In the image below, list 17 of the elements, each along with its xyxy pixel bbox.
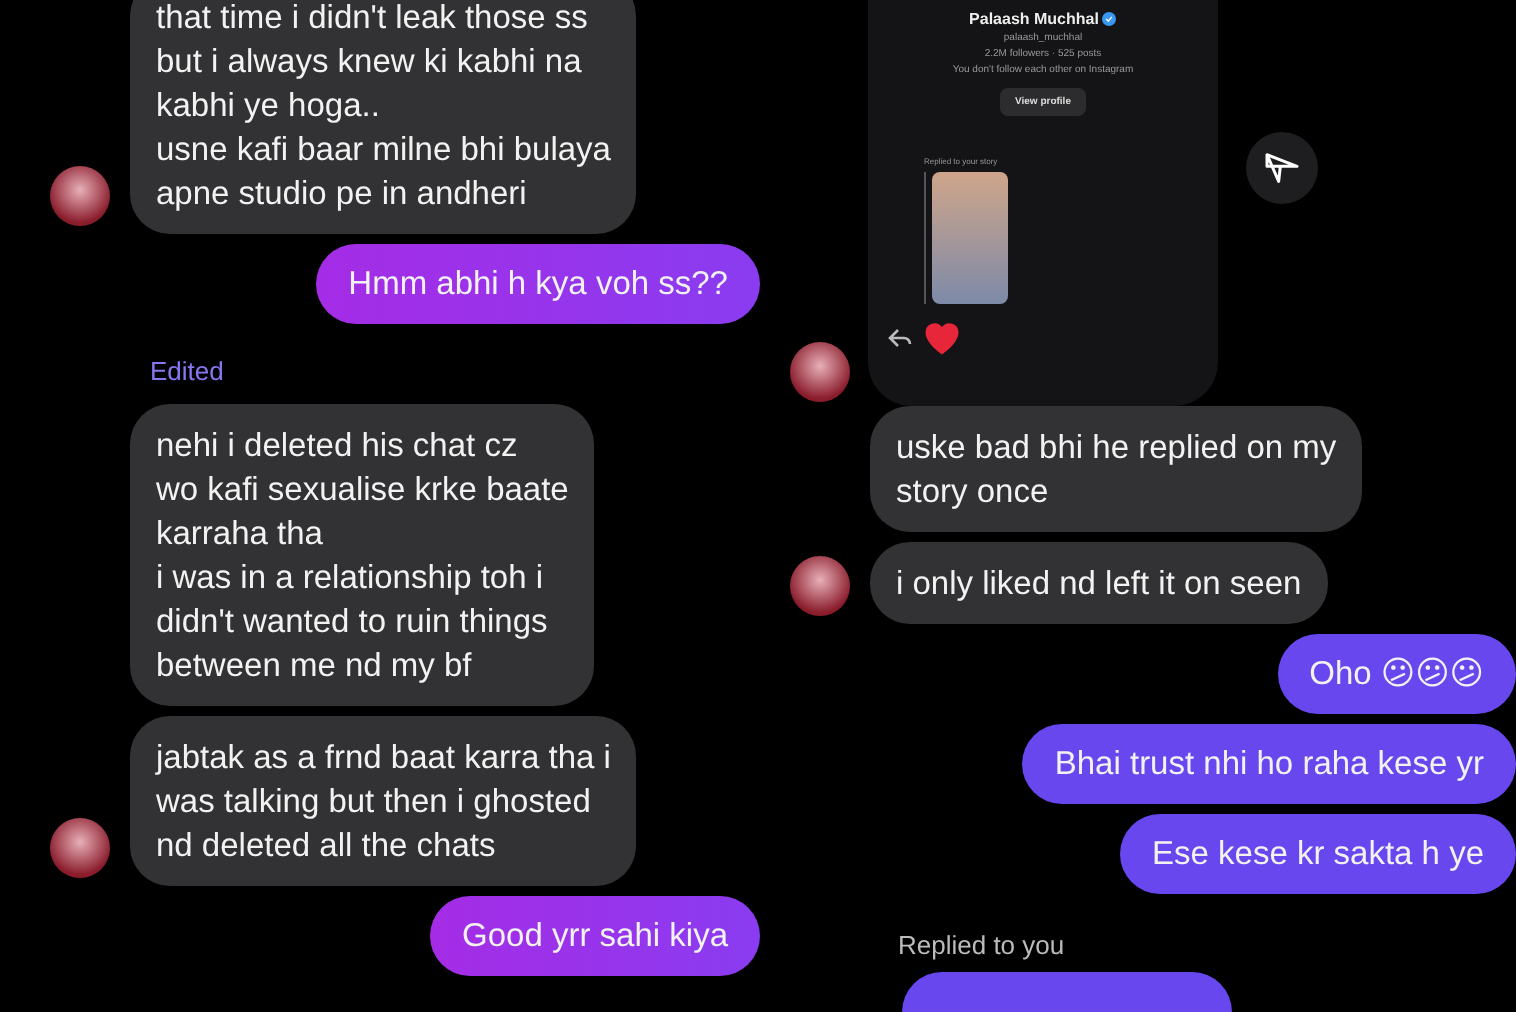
outgoing-message: Ese kese kr sakta h ye [1120, 814, 1516, 894]
profile-name: Palaash Muchhal [969, 10, 1117, 28]
incoming-message: uske bad bhi he replied on my story once [870, 406, 1363, 532]
incoming-message: nehi i deleted his chat cz wo kafi sexualise krke baate karraha tha i was in a relationship toh i didn't wanted to ruin things between me nd my bf [130, 404, 595, 706]
outgoing-message: Good yrr sahi kiya [430, 896, 760, 976]
incoming-message: jabtak as a frnd baat karra tha i was talking but then i ghosted nd deleted all the chats [130, 716, 637, 886]
reply-icon[interactable] [888, 328, 912, 348]
outgoing-message: Hmm abhi h kya voh ss?? [316, 244, 760, 324]
send-icon[interactable] [1246, 132, 1318, 204]
outgoing-message: Bhai trust nhi ho raha kese yr [1022, 724, 1516, 804]
outgoing-message: Oho 😕😕😕 [1277, 634, 1516, 714]
photo-placeholder [932, 172, 1008, 304]
incoming-message: i only liked nd left it on seen [870, 542, 1328, 624]
incoming-message: that time i didn't leak those ss but i always knew ki kabhi na kabhi ye hoga.. usne kafi baar milne bhi bulaya apne studio pe in andheri [130, 0, 637, 234]
message-note: Replied to you [898, 930, 1067, 960]
avatar [790, 342, 850, 402]
message-note: Edited [150, 356, 226, 386]
